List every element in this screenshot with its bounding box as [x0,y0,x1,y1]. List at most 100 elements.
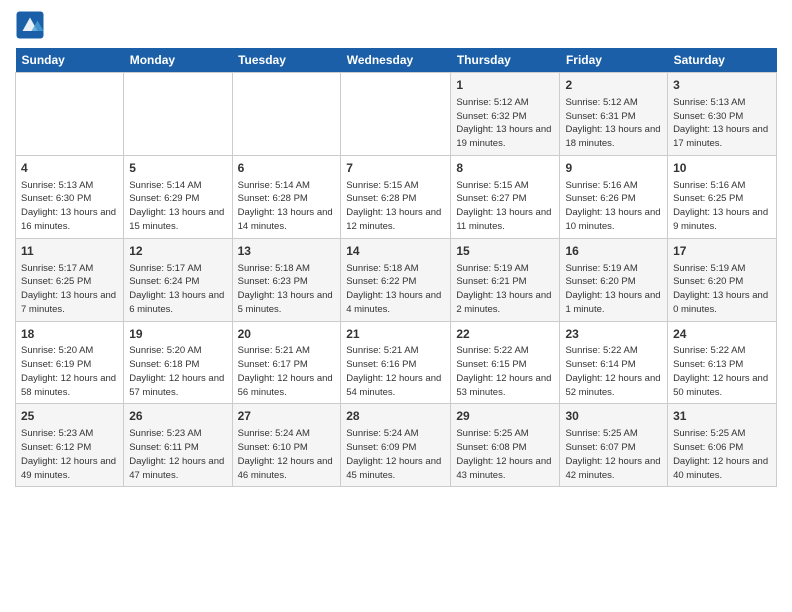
day-content: Sunrise: 5:23 AM Sunset: 6:11 PM Dayligh… [129,427,226,482]
calendar-cell: 4 Sunrise: 5:13 AM Sunset: 6:30 PM Daylig… [16,155,124,238]
day-number: 21 [346,326,445,343]
day-header-saturday: Saturday [668,48,777,73]
day-number: 20 [238,326,336,343]
day-content: Sunrise: 5:17 AM Sunset: 6:25 PM Dayligh… [21,262,118,317]
day-number: 2 [565,77,662,94]
day-number: 16 [565,243,662,260]
day-content: Sunrise: 5:23 AM Sunset: 6:12 PM Dayligh… [21,427,118,482]
calendar-cell: 20Sunrise: 5:21 AM Sunset: 6:17 PM Dayli… [232,321,341,404]
day-header-tuesday: Tuesday [232,48,341,73]
day-number: 18 [21,326,118,343]
day-number: 6 [238,160,336,177]
day-content: Sunrise: 5:18 AM Sunset: 6:23 PM Dayligh… [238,262,336,317]
header [15,10,777,40]
page-container: SundayMondayTuesdayWednesdayThursdayFrid… [0,0,792,497]
day-content: Sunrise: 5:25 AM Sunset: 6:08 PM Dayligh… [456,427,554,482]
calendar-cell [341,73,451,156]
day-number: 13 [238,243,336,260]
day-number: 28 [346,408,445,425]
day-number: 4 [21,160,118,177]
logo-icon [15,10,45,40]
calendar-cell: 18Sunrise: 5:20 AM Sunset: 6:19 PM Dayli… [16,321,124,404]
day-content: Sunrise: 5:25 AM Sunset: 6:07 PM Dayligh… [565,427,662,482]
day-content: Sunrise: 5:12 AM Sunset: 6:31 PM Dayligh… [565,96,662,151]
day-number: 26 [129,408,226,425]
day-number: 23 [565,326,662,343]
calendar-cell: 16 Sunrise: 5:19 AM Sunset: 6:20 PM Dayli… [560,238,668,321]
day-content: Sunrise: 5:14 AM Sunset: 6:28 PM Dayligh… [238,179,336,234]
day-content: Sunrise: 5:13 AM Sunset: 6:30 PM Dayligh… [21,179,118,234]
day-content: Sunrise: 5:21 AM Sunset: 6:16 PM Dayligh… [346,344,445,399]
calendar-cell: 5 Sunrise: 5:14 AM Sunset: 6:29 PM Daylig… [124,155,232,238]
calendar-cell: 1 Sunrise: 5:12 AM Sunset: 6:32 PM Daylig… [451,73,560,156]
calendar-cell: 24Sunrise: 5:22 AM Sunset: 6:13 PM Dayli… [668,321,777,404]
day-content: Sunrise: 5:16 AM Sunset: 6:25 PM Dayligh… [673,179,771,234]
calendar-cell: 10 Sunrise: 5:16 AM Sunset: 6:25 PM Dayli… [668,155,777,238]
day-number: 8 [456,160,554,177]
calendar-cell: 12Sunrise: 5:17 AM Sunset: 6:24 PM Dayli… [124,238,232,321]
day-content: Sunrise: 5:12 AM Sunset: 6:32 PM Dayligh… [456,96,554,151]
day-number: 24 [673,326,771,343]
day-number: 11 [21,243,118,260]
day-number: 10 [673,160,771,177]
calendar-cell: 17 Sunrise: 5:19 AM Sunset: 6:20 PM Dayli… [668,238,777,321]
calendar-cell: 19Sunrise: 5:20 AM Sunset: 6:18 PM Dayli… [124,321,232,404]
day-content: Sunrise: 5:14 AM Sunset: 6:29 PM Dayligh… [129,179,226,234]
calendar-cell: 22Sunrise: 5:22 AM Sunset: 6:15 PM Dayli… [451,321,560,404]
calendar-cell: 8Sunrise: 5:15 AM Sunset: 6:27 PM Daylig… [451,155,560,238]
week-row-4: 18Sunrise: 5:20 AM Sunset: 6:19 PM Dayli… [16,321,777,404]
day-number: 19 [129,326,226,343]
calendar-cell: 25 Sunrise: 5:23 AM Sunset: 6:12 PM Dayli… [16,404,124,487]
day-number: 27 [238,408,336,425]
calendar-cell: 30 Sunrise: 5:25 AM Sunset: 6:07 PM Dayli… [560,404,668,487]
day-content: Sunrise: 5:22 AM Sunset: 6:13 PM Dayligh… [673,344,771,399]
week-row-5: 25 Sunrise: 5:23 AM Sunset: 6:12 PM Dayli… [16,404,777,487]
day-number: 30 [565,408,662,425]
day-number: 31 [673,408,771,425]
day-header-sunday: Sunday [16,48,124,73]
day-number: 1 [456,77,554,94]
day-number: 15 [456,243,554,260]
calendar-cell: 31Sunrise: 5:25 AM Sunset: 6:06 PM Dayli… [668,404,777,487]
day-number: 17 [673,243,771,260]
calendar-cell [232,73,341,156]
calendar-cell: 14 Sunrise: 5:18 AM Sunset: 6:22 PM Dayli… [341,238,451,321]
calendar-cell [124,73,232,156]
calendar-cell: 28Sunrise: 5:24 AM Sunset: 6:09 PM Dayli… [341,404,451,487]
calendar-cell [16,73,124,156]
day-number: 7 [346,160,445,177]
day-number: 5 [129,160,226,177]
calendar-cell: 23Sunrise: 5:22 AM Sunset: 6:14 PM Dayli… [560,321,668,404]
day-content: Sunrise: 5:16 AM Sunset: 6:26 PM Dayligh… [565,179,662,234]
day-header-thursday: Thursday [451,48,560,73]
day-content: Sunrise: 5:15 AM Sunset: 6:28 PM Dayligh… [346,179,445,234]
day-number: 25 [21,408,118,425]
week-row-2: 4 Sunrise: 5:13 AM Sunset: 6:30 PM Daylig… [16,155,777,238]
day-number: 12 [129,243,226,260]
day-content: Sunrise: 5:21 AM Sunset: 6:17 PM Dayligh… [238,344,336,399]
day-number: 29 [456,408,554,425]
week-row-1: 1 Sunrise: 5:12 AM Sunset: 6:32 PM Daylig… [16,73,777,156]
calendar-table: SundayMondayTuesdayWednesdayThursdayFrid… [15,48,777,487]
calendar-cell: 26 Sunrise: 5:23 AM Sunset: 6:11 PM Dayli… [124,404,232,487]
day-header-friday: Friday [560,48,668,73]
day-content: Sunrise: 5:20 AM Sunset: 6:19 PM Dayligh… [21,344,118,399]
day-header-monday: Monday [124,48,232,73]
day-content: Sunrise: 5:18 AM Sunset: 6:22 PM Dayligh… [346,262,445,317]
week-row-3: 11 Sunrise: 5:17 AM Sunset: 6:25 PM Dayli… [16,238,777,321]
calendar-cell: 6 Sunrise: 5:14 AM Sunset: 6:28 PM Daylig… [232,155,341,238]
calendar-cell: 15Sunrise: 5:19 AM Sunset: 6:21 PM Dayli… [451,238,560,321]
day-content: Sunrise: 5:13 AM Sunset: 6:30 PM Dayligh… [673,96,771,151]
day-content: Sunrise: 5:19 AM Sunset: 6:20 PM Dayligh… [673,262,771,317]
day-content: Sunrise: 5:22 AM Sunset: 6:14 PM Dayligh… [565,344,662,399]
day-number: 3 [673,77,771,94]
logo [15,10,49,40]
day-number: 14 [346,243,445,260]
day-header-wednesday: Wednesday [341,48,451,73]
calendar-cell: 29 Sunrise: 5:25 AM Sunset: 6:08 PM Dayli… [451,404,560,487]
header-row: SundayMondayTuesdayWednesdayThursdayFrid… [16,48,777,73]
calendar-cell: 2 Sunrise: 5:12 AM Sunset: 6:31 PM Daylig… [560,73,668,156]
calendar-cell: 9Sunrise: 5:16 AM Sunset: 6:26 PM Daylig… [560,155,668,238]
day-content: Sunrise: 5:19 AM Sunset: 6:20 PM Dayligh… [565,262,662,317]
day-content: Sunrise: 5:24 AM Sunset: 6:10 PM Dayligh… [238,427,336,482]
